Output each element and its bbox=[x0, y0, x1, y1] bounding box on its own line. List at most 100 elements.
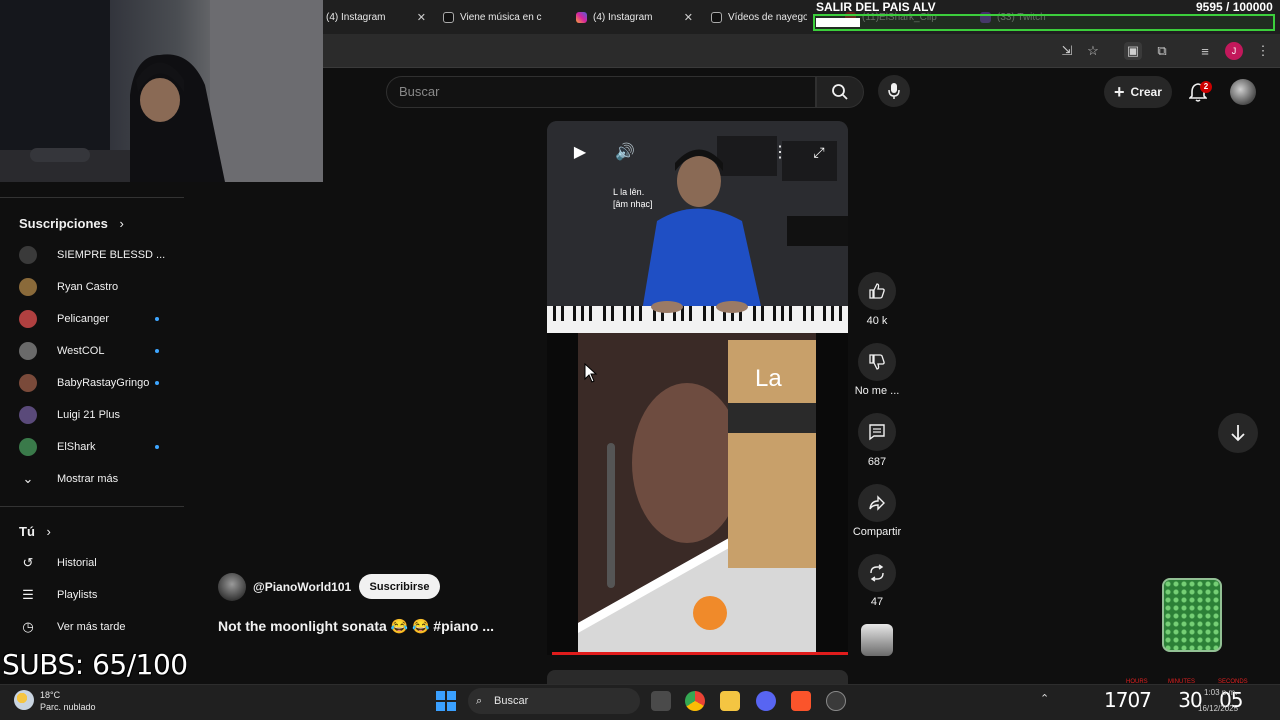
dislike-button[interactable] bbox=[858, 343, 896, 381]
new-content-dot bbox=[155, 349, 159, 353]
new-content-dot bbox=[155, 445, 159, 449]
subscriptions-heading[interactable]: Suscripciones › bbox=[19, 216, 124, 231]
search-button[interactable] bbox=[816, 76, 864, 108]
voice-search-button[interactable] bbox=[878, 75, 910, 107]
fullscreen-icon[interactable]: ⤢ bbox=[809, 142, 829, 162]
video-progress-bar[interactable] bbox=[552, 652, 848, 655]
search-box[interactable] bbox=[386, 76, 816, 108]
share-icon bbox=[869, 495, 885, 511]
channel-avatar bbox=[19, 406, 37, 424]
clock-seconds-caption: SECONDS bbox=[1218, 679, 1248, 685]
thumbs-down-icon bbox=[869, 354, 885, 370]
remix-count: 47 bbox=[870, 596, 884, 608]
sidebar-item-subscription[interactable]: BabyRastayGringo bbox=[19, 371, 169, 395]
close-tab-icon[interactable]: ✕ bbox=[684, 11, 693, 24]
account-avatar[interactable] bbox=[1230, 79, 1256, 105]
tiktok-icon bbox=[711, 11, 722, 23]
tray-chevron-icon[interactable]: ⌃ bbox=[1040, 692, 1049, 705]
subscribe-button[interactable]: Suscribirse bbox=[359, 574, 440, 599]
goal-title: SALIR DEL PAIS ALV bbox=[816, 0, 936, 14]
file-explorer-icon[interactable] bbox=[720, 691, 740, 711]
clock-hours-caption: HOURS bbox=[1126, 679, 1148, 685]
taskbar-search[interactable]: ⌕ Buscar bbox=[468, 688, 640, 714]
comments-button[interactable] bbox=[858, 413, 896, 451]
sidebar-item-subscription[interactable]: ElShark bbox=[19, 435, 169, 459]
next-video-button[interactable] bbox=[1218, 413, 1258, 453]
discord-icon[interactable] bbox=[756, 691, 776, 711]
play-icon[interactable]: ▶ bbox=[570, 142, 590, 162]
comment-count: 687 bbox=[867, 456, 887, 468]
profile-avatar[interactable]: J bbox=[1225, 42, 1243, 60]
media-control-icon[interactable]: ≡ bbox=[1196, 42, 1214, 60]
channel-avatar[interactable] bbox=[218, 573, 246, 601]
share-button[interactable] bbox=[858, 484, 896, 522]
search-input[interactable]: Buscar bbox=[399, 84, 439, 99]
browser-tab[interactable]: (4) Instagram ✕ bbox=[576, 0, 693, 34]
tab-title: (4) Instagram bbox=[326, 11, 386, 23]
sound-thumbnail[interactable] bbox=[861, 624, 893, 656]
next-video-preview[interactable] bbox=[547, 670, 848, 684]
video-title[interactable]: Not the moonlight sonata 😂 😂 #piano ... bbox=[218, 618, 494, 635]
instagram-icon bbox=[576, 11, 587, 23]
weather-icon[interactable] bbox=[14, 690, 34, 710]
sidebar-item-subscription[interactable]: Ryan Castro bbox=[19, 275, 169, 299]
video-player[interactable] bbox=[547, 121, 848, 333]
chevron-right-icon: › bbox=[119, 216, 124, 231]
webcam-overlay bbox=[0, 0, 323, 182]
chrome-icon[interactable] bbox=[685, 691, 705, 711]
channel-name[interactable]: @PianoWorld101 bbox=[253, 580, 351, 594]
install-app-icon[interactable]: ⇲ bbox=[1058, 42, 1076, 60]
start-button[interactable] bbox=[436, 691, 456, 711]
task-view-icon[interactable] bbox=[651, 691, 671, 711]
channel-name: BabyRastayGringo bbox=[57, 377, 150, 389]
settings-icon[interactable] bbox=[826, 691, 846, 711]
search-icon bbox=[832, 84, 848, 100]
sidebar-item-label: Playlists bbox=[57, 589, 98, 601]
close-tab-icon[interactable]: ✕ bbox=[417, 11, 426, 24]
browser-tab[interactable]: (4) Instagram ✕ bbox=[326, 0, 426, 34]
channel-avatar bbox=[19, 310, 37, 328]
channel-avatar bbox=[19, 278, 37, 296]
channel-avatar bbox=[19, 438, 37, 456]
game-note-label: La bbox=[755, 365, 782, 392]
sidebar-item-subscription[interactable]: SIEMPRE BLESSD ... bbox=[19, 243, 169, 267]
sidebar-item-subscription[interactable]: WestCOL bbox=[19, 339, 169, 363]
playlist-icon: ☰ bbox=[22, 587, 34, 602]
sidebar-item-subscription[interactable]: Luigi 21 Plus bbox=[19, 403, 169, 427]
sidebar-item-history[interactable]: ↺ Historial bbox=[19, 551, 169, 575]
show-more-label: Mostrar más bbox=[57, 473, 119, 485]
sidebar-item-label: Historial bbox=[57, 557, 97, 569]
show-more-button[interactable]: ⌄ Mostrar más bbox=[19, 467, 169, 491]
you-heading[interactable]: Tú › bbox=[19, 524, 51, 539]
like-button[interactable] bbox=[858, 272, 896, 310]
sidebar-item-playlists[interactable]: ☰ Playlists bbox=[19, 583, 169, 607]
video-frame-pianist bbox=[547, 121, 848, 333]
chevron-right-icon: › bbox=[46, 524, 51, 539]
remix-button[interactable] bbox=[858, 554, 896, 592]
you-heading-label: Tú bbox=[19, 524, 35, 539]
comment-icon bbox=[869, 424, 885, 441]
more-options-icon[interactable]: ⋮ bbox=[772, 142, 788, 162]
extensions-icon[interactable]: ⧉ bbox=[1153, 42, 1171, 60]
browser-menu-icon[interactable]: ⋮ bbox=[1254, 42, 1272, 60]
create-label: Crear bbox=[1130, 85, 1162, 99]
subs-goal-overlay: SUBS: 65/100 bbox=[2, 648, 188, 681]
volume-icon[interactable]: 🔊 bbox=[614, 142, 636, 162]
browser-tab[interactable]: Vídeos de nayego bbox=[711, 0, 807, 34]
brave-icon[interactable] bbox=[791, 691, 811, 711]
goal-progress-fill bbox=[816, 18, 860, 27]
system-date[interactable]: 16/12/2025 bbox=[1198, 704, 1238, 713]
channel-name: ElShark bbox=[57, 441, 96, 453]
sidebar-item-subscription[interactable]: Pelicanger bbox=[19, 307, 169, 331]
tiktok-icon bbox=[443, 11, 454, 23]
mouse-cursor-icon bbox=[584, 363, 598, 383]
system-time[interactable]: 1:03 p.m. bbox=[1204, 688, 1237, 697]
video-caption: L la lên. [âm nhạc] bbox=[613, 187, 653, 209]
search-icon: ⌕ bbox=[476, 694, 483, 707]
create-button[interactable]: + Crear bbox=[1104, 76, 1172, 108]
picture-in-picture-icon[interactable]: ▣ bbox=[1124, 42, 1142, 60]
sidebar-item-watch-later[interactable]: ◷ Ver más tarde bbox=[19, 615, 169, 639]
tab-title: (4) Instagram bbox=[593, 11, 653, 23]
bookmark-star-icon[interactable]: ☆ bbox=[1084, 42, 1102, 60]
browser-tab[interactable]: Viene música en c bbox=[443, 0, 553, 34]
